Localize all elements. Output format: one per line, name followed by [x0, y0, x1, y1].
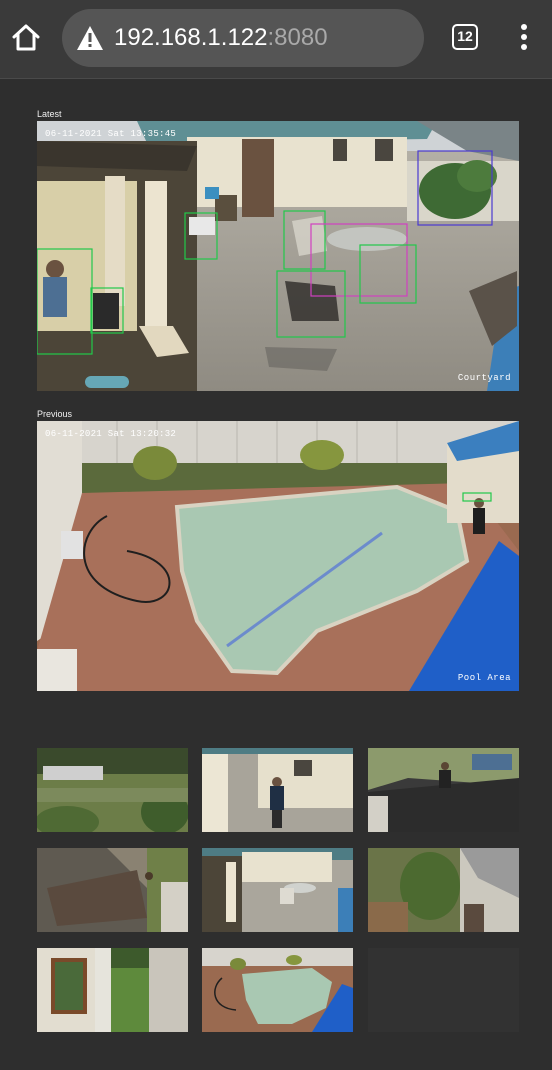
camera-thumbnail[interactable] [368, 848, 519, 932]
latest-timestamp: 06-11-2021 Sat 13:35:45 [45, 129, 177, 139]
url-text[interactable]: 192.168.1.122:8080 [114, 24, 328, 52]
previous-label: Previous [37, 409, 73, 419]
url-port: :8080 [267, 24, 328, 51]
tab-count: 12 [457, 28, 473, 44]
latest-camera-name: Courtyard [457, 373, 511, 383]
home-icon [12, 24, 40, 51]
address-bar[interactable]: 192.168.1.122:8080 [62, 9, 424, 67]
home-button[interactable] [8, 20, 44, 56]
camera-thumbnail[interactable] [202, 748, 353, 832]
previous-camera-image[interactable]: 06-11-2021 Sat 13:20:32 Pool Area [37, 421, 519, 691]
camera-thumbnail[interactable] [37, 748, 188, 832]
empty-thumbnail-slot [368, 948, 519, 1032]
camera-thumbnail[interactable] [37, 848, 188, 932]
warning-icon[interactable] [76, 25, 104, 51]
latest-label: Latest [37, 109, 62, 119]
camera-thumbnail[interactable] [202, 848, 353, 932]
browser-toolbar: 192.168.1.122:8080 12 [0, 0, 552, 79]
url-host: 192.168.1.122 [114, 24, 268, 51]
camera-thumbnail[interactable] [37, 948, 188, 1032]
latest-camera-image[interactable]: 06-11-2021 Sat 13:35:45 Courtyard [37, 121, 519, 391]
previous-camera-name: Pool Area [457, 673, 511, 683]
camera-thumbnail[interactable] [368, 748, 519, 832]
overflow-menu-icon[interactable] [514, 24, 534, 52]
camera-thumbnail[interactable] [202, 948, 353, 1032]
previous-timestamp: 06-11-2021 Sat 13:20:32 [45, 429, 177, 439]
tab-switcher-button[interactable]: 12 [452, 24, 478, 50]
